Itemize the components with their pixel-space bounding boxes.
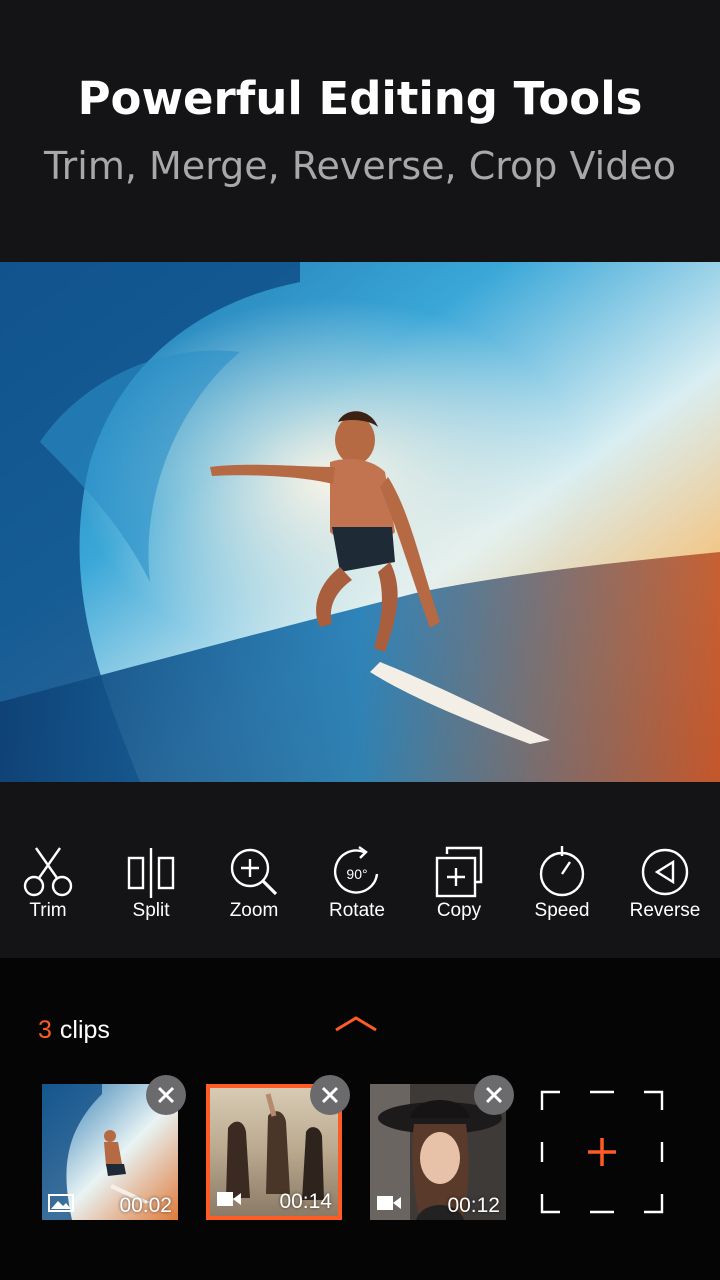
video-type-icon [217,1192,241,1206]
tool-split[interactable]: Split [101,844,201,934]
tool-label: Zoom [229,900,279,921]
tool-reverse[interactable]: Reverse [615,844,715,934]
tool-rotate[interactable]: 90° Rotate [307,844,407,934]
remove-clip-button[interactable] [146,1075,186,1115]
tool-label: Split [132,900,170,921]
edit-toolbar: Trim Split Zoom 90° Rotate Copy Speed Re… [0,782,720,958]
video-type-icon [377,1196,401,1210]
clip-duration: 00:14 [279,1190,332,1213]
tool-speed[interactable]: Speed [512,844,612,934]
clips-panel: 3 clips 00:02 00:14 00:12 [0,958,720,1280]
tool-label: Copy [436,900,482,921]
tool-label: Reverse [629,900,701,921]
chevron-up-icon[interactable] [334,1014,378,1034]
page-title: Powerful Editing Tools [77,72,643,125]
clips-count-label: clips [59,1016,110,1044]
close-icon [157,1086,175,1104]
page-subtitle: Trim, Merge, Reverse, Crop Video [44,144,676,188]
clips-count-number: 3 [38,1016,52,1044]
tool-zoom[interactable]: Zoom [204,844,304,934]
rotate-90-icon: 90° [333,846,379,894]
tool-label: Rotate [329,900,385,921]
image-type-icon [48,1194,74,1212]
header: Powerful Editing Tools Trim, Merge, Reve… [0,0,720,262]
tool-copy[interactable]: Copy [409,844,509,934]
scissors-icon [23,847,73,897]
plus-icon [588,1138,616,1166]
tool-label: Speed [534,900,590,921]
close-icon [485,1086,503,1104]
surfer-photo [0,262,720,782]
rotate-badge: 90° [346,866,367,882]
close-icon [321,1086,339,1104]
clip-duration: 00:02 [119,1194,172,1217]
reverse-icon [641,848,689,896]
split-icon [127,848,175,898]
remove-clip-button[interactable] [310,1075,350,1115]
add-clip-button[interactable] [540,1090,664,1214]
clip-duration: 00:12 [447,1194,500,1217]
copy-add-icon [435,846,483,898]
tool-trim[interactable]: Trim [0,844,98,934]
video-preview[interactable] [0,262,720,782]
zoom-in-icon [230,848,278,896]
clips-count: 3 clips [38,1016,110,1045]
speed-icon [539,846,585,897]
tool-label: Trim [29,900,67,921]
remove-clip-button[interactable] [474,1075,514,1115]
